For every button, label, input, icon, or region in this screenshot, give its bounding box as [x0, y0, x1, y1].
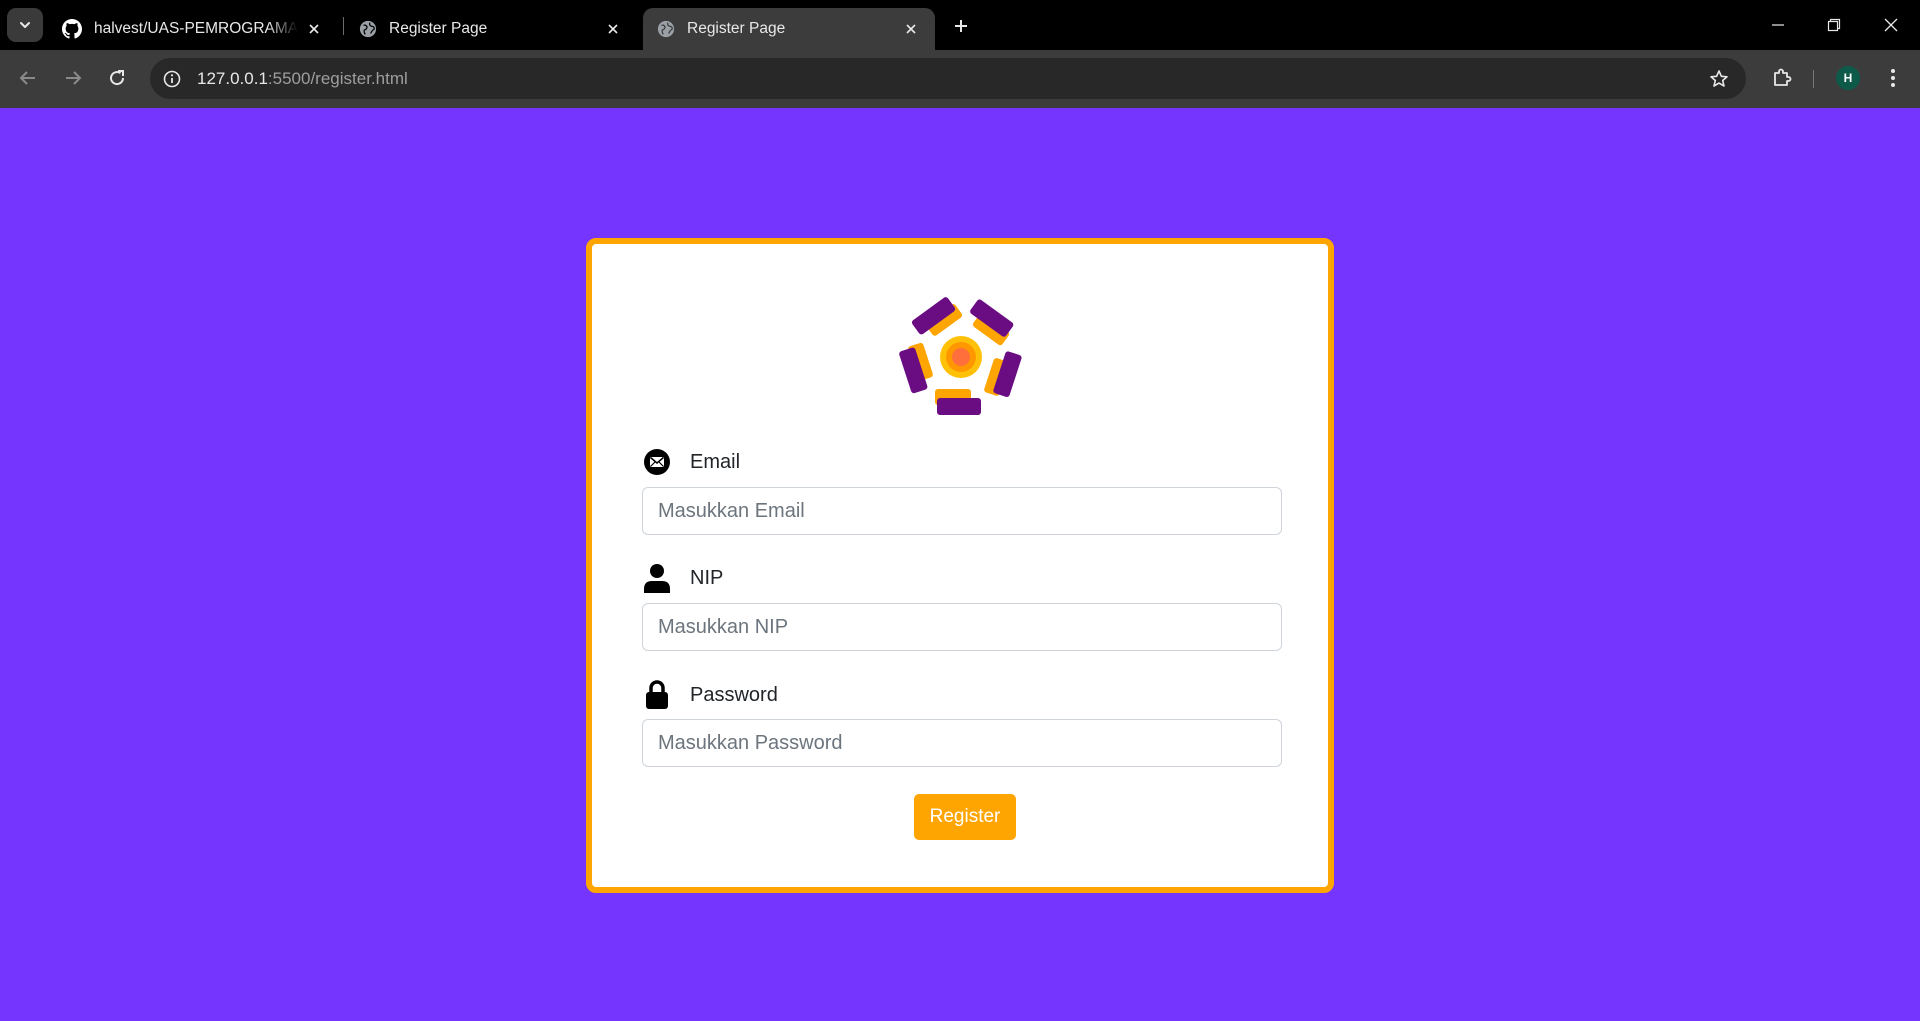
register-card: Email NIP Password Register [586, 238, 1334, 893]
nip-field[interactable] [642, 603, 1282, 651]
reload-button[interactable] [101, 62, 133, 94]
email-field[interactable] [642, 487, 1282, 535]
close-icon [608, 24, 618, 34]
password-label: Password [690, 683, 778, 706]
close-window-button[interactable] [1863, 0, 1919, 50]
tab-title: Register Page [687, 20, 786, 37]
info-icon [163, 70, 181, 87]
browser-tabstrip: halvest/UAS-PEMROGRAMAN-WEB Register Pag… [0, 0, 1920, 50]
tab-search-button[interactable] [7, 8, 43, 42]
plus-icon [955, 20, 967, 32]
puzzle-icon [1774, 68, 1792, 86]
nip-label: NIP [690, 566, 724, 589]
forward-button[interactable] [57, 62, 89, 94]
new-tab-button[interactable] [947, 12, 975, 40]
tab-github[interactable]: halvest/UAS-PEMROGRAMAN-WEB [48, 8, 338, 50]
address-bar[interactable]: 127.0.0.1:5500/register.html [150, 58, 1746, 99]
url-text: 127.0.0.1:5500/register.html [197, 69, 408, 89]
arrow-left-icon [19, 71, 35, 85]
github-icon [62, 19, 82, 39]
register-button[interactable]: Register [914, 794, 1016, 840]
tab-register-page-active[interactable]: Register Page [643, 8, 935, 50]
tab-close-button[interactable] [901, 19, 921, 39]
tab-register-page[interactable]: Register Page [345, 8, 637, 50]
arrow-right-icon [66, 71, 82, 85]
reload-icon [110, 70, 125, 86]
url-host: 127.0.0.1 [197, 68, 268, 88]
person-icon [642, 563, 672, 593]
close-icon [1884, 18, 1898, 32]
browser-menu-button[interactable] [1877, 62, 1909, 94]
bookmark-button[interactable] [1706, 66, 1732, 92]
chevron-down-icon [20, 22, 30, 28]
password-label-row: Password [642, 678, 778, 712]
toolbar-separator [1813, 70, 1814, 88]
site-info-button[interactable] [157, 64, 187, 94]
tab-separator [343, 17, 344, 35]
globe-icon [359, 20, 377, 38]
page-background: Email NIP Password Register [0, 108, 1920, 1021]
tab-title: Register Page [389, 20, 488, 37]
email-label: Email [690, 450, 741, 473]
logo-icon [899, 297, 1022, 415]
kebab-menu-icon [1891, 69, 1895, 87]
close-icon [906, 24, 916, 34]
star-icon [1710, 70, 1728, 87]
browser-toolbar: 127.0.0.1:5500/register.html H [0, 50, 1920, 108]
minimize-icon [1772, 24, 1784, 26]
profile-avatar[interactable]: H [1836, 66, 1860, 90]
password-field[interactable] [642, 719, 1282, 767]
globe-icon [657, 20, 675, 38]
lock-icon [642, 680, 672, 710]
email-label-row: Email [642, 445, 740, 479]
nip-label-row: NIP [642, 561, 723, 595]
tab-close-button[interactable] [304, 19, 324, 39]
envelope-icon [642, 447, 672, 477]
tab-close-button[interactable] [603, 19, 623, 39]
tab-title: halvest/UAS-PEMROGRAMAN-WEB [94, 20, 298, 37]
url-path: :5500/register.html [267, 68, 408, 88]
minimize-button[interactable] [1750, 0, 1806, 50]
restore-button[interactable] [1806, 0, 1862, 50]
back-button[interactable] [12, 62, 44, 94]
extensions-button[interactable] [1766, 62, 1798, 94]
restore-icon [1827, 18, 1841, 32]
close-icon [309, 24, 319, 34]
